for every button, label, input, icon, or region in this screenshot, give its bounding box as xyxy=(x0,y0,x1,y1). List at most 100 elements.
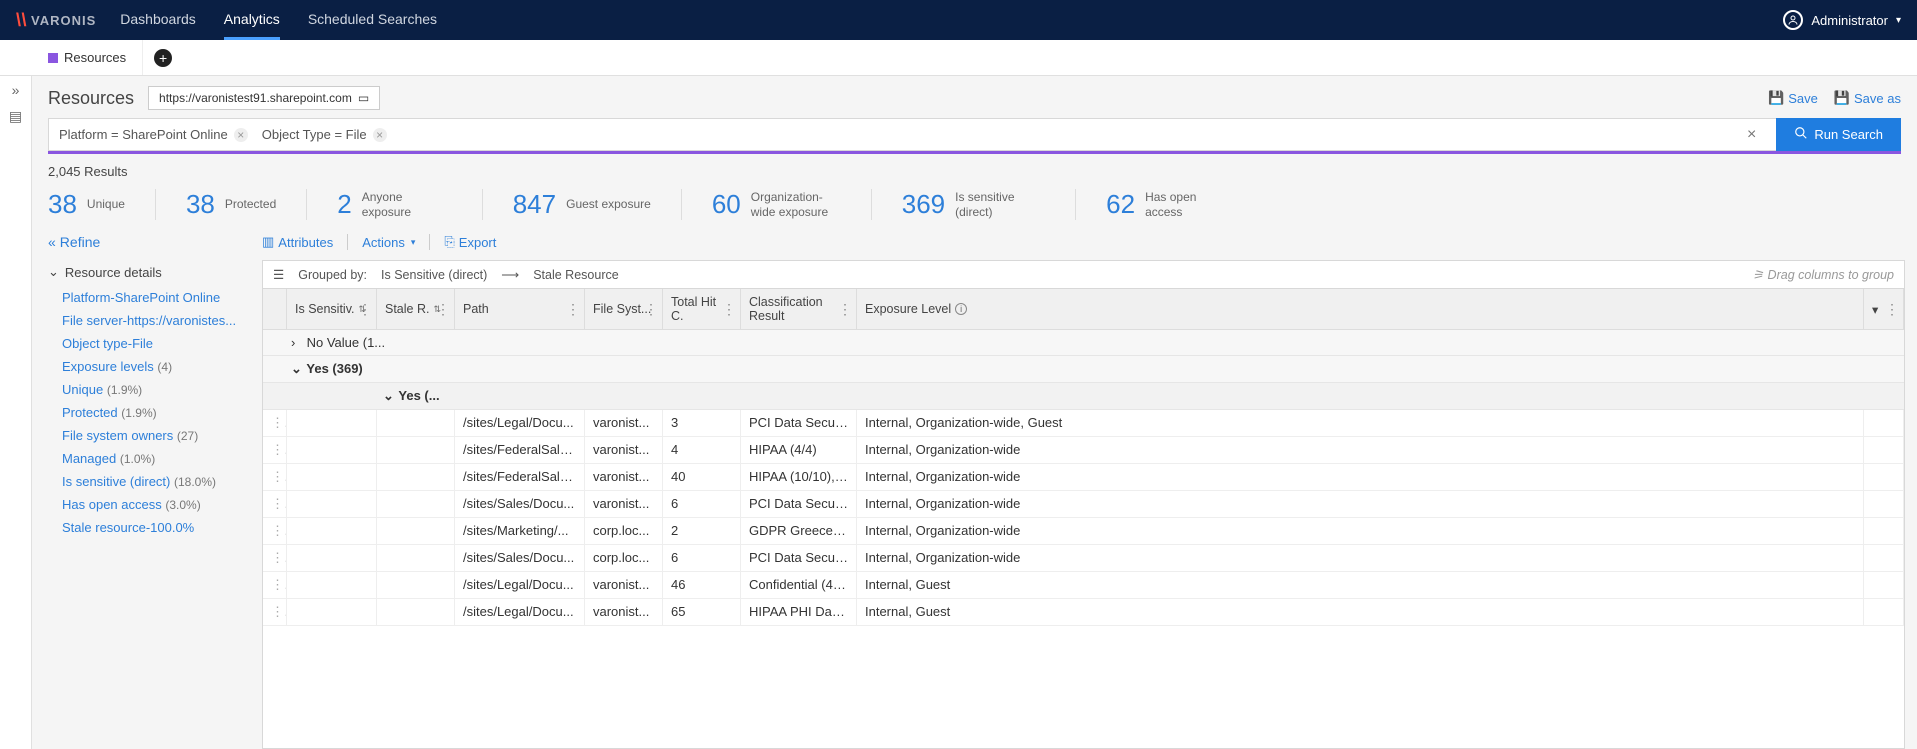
table-row[interactable]: ⋮/sites/FederalSale...varonist...40HIPAA… xyxy=(263,464,1904,491)
col-menu-icon[interactable]: ⋮ xyxy=(436,301,450,318)
summary-label: Anyone exposure xyxy=(362,190,452,219)
row-drag-handle[interactable]: ⋮ xyxy=(263,464,287,490)
link-icon: ⟶ xyxy=(501,267,519,282)
external-link-icon: ▭ xyxy=(358,91,369,105)
chevron-down-icon: ▾ xyxy=(1872,302,1878,317)
refine-item[interactable]: Managed (1.0%) xyxy=(62,447,252,470)
row-drag-handle[interactable]: ⋮ xyxy=(263,437,287,463)
attributes-button[interactable]: ▥ Attributes xyxy=(262,234,333,250)
filter-chip-platform[interactable]: Platform = SharePoint Online × xyxy=(59,127,248,142)
refine-item[interactable]: Stale resource-100.0% xyxy=(62,516,252,539)
table-row[interactable]: ⋮/sites/Legal/Docu...varonist...3PCI Dat… xyxy=(263,410,1904,437)
cell-classification: PCI Data Security St... xyxy=(741,545,857,571)
refine-item[interactable]: File system owners (27) xyxy=(62,424,252,447)
export-button[interactable]: ⎘ Export xyxy=(444,234,496,250)
group-chip-stale[interactable]: Stale Resource xyxy=(533,268,618,282)
table-row[interactable]: ⋮/sites/Sales/Docu...varonist...6PCI Dat… xyxy=(263,491,1904,518)
table-row[interactable]: ⋮/sites/Marketing/...corp.loc...2GDPR Gr… xyxy=(263,518,1904,545)
table-row[interactable]: ⋮/sites/Sales/Docu...corp.loc...6PCI Dat… xyxy=(263,545,1904,572)
toolbar-divider xyxy=(347,234,348,250)
row-drag-handle[interactable]: ⋮ xyxy=(263,410,287,436)
remove-filter-objecttype-icon[interactable]: × xyxy=(373,128,387,142)
refine-item[interactable]: Protected (1.9%) xyxy=(62,401,252,424)
group-row-yes[interactable]: ⌄ Yes (369) xyxy=(263,356,1904,383)
table-row[interactable]: ⋮/sites/Legal/Docu...varonist...46Confid… xyxy=(263,572,1904,599)
col-exposure-level[interactable]: Exposure Level i xyxy=(857,289,1864,329)
col-more[interactable]: ▾⋮ xyxy=(1864,289,1904,329)
cell-is-sensitive xyxy=(287,545,377,571)
top-nav: \\ VARONIS Dashboards Analytics Schedule… xyxy=(0,0,1917,40)
row-drag-handle[interactable]: ⋮ xyxy=(263,572,287,598)
refine-section-resource-details[interactable]: ⌄ Resource details xyxy=(48,264,252,280)
col-file-system[interactable]: File Syst...⋮ xyxy=(585,289,663,329)
group-chip-sensitive[interactable]: Is Sensitive (direct) xyxy=(381,268,487,282)
user-menu[interactable]: Administrator ▾ xyxy=(1783,10,1901,30)
col-menu-icon[interactable]: ⋮ xyxy=(358,301,372,318)
refine-toggle[interactable]: « Refine xyxy=(48,234,252,250)
group-row-no-value[interactable]: › No Value (1... xyxy=(263,330,1904,356)
col-classification-result[interactable]: Classification Result⋮ xyxy=(741,289,857,329)
cell-hit-count: 6 xyxy=(663,491,741,517)
summary-label: Guest exposure xyxy=(566,197,651,211)
col-menu-icon[interactable]: ⋮ xyxy=(1885,301,1899,318)
table-toolbar: ▥ Attributes Actions ⎘ Export xyxy=(262,230,1905,260)
summary-number: 60 xyxy=(712,189,741,220)
scope-url-chip[interactable]: https://varonistest91.sharepoint.com ▭ xyxy=(148,86,380,110)
summary-item[interactable]: 369Is sensitive (direct) xyxy=(902,189,1076,220)
remove-filter-platform-icon[interactable]: × xyxy=(234,128,248,142)
nav-scheduled-searches[interactable]: Scheduled Searches xyxy=(308,1,437,40)
refine-item[interactable]: Is sensitive (direct) (18.0%) xyxy=(62,470,252,493)
nav-dashboards[interactable]: Dashboards xyxy=(120,1,196,40)
refine-item-count: (1.9%) xyxy=(121,406,156,420)
summary-item[interactable]: 38Protected xyxy=(186,189,307,220)
col-stale-resource[interactable]: Stale R.⇅⋮ xyxy=(377,289,455,329)
add-tab-button[interactable]: + xyxy=(154,49,172,67)
cell-is-sensitive xyxy=(287,410,377,436)
col-is-sensitive[interactable]: Is Sensitiv.⇅⋮ xyxy=(287,289,377,329)
col-menu-icon[interactable]: ⋮ xyxy=(722,301,736,318)
info-icon[interactable]: i xyxy=(955,303,967,315)
clear-filters-icon[interactable]: × xyxy=(1737,126,1766,144)
save-as-button[interactable]: 💾 Save as xyxy=(1834,90,1901,106)
summary-item[interactable]: 847Guest exposure xyxy=(513,189,682,220)
actions-menu[interactable]: Actions xyxy=(362,235,415,250)
col-menu-icon[interactable]: ⋮ xyxy=(838,301,852,318)
cell-file-system: varonist... xyxy=(585,410,663,436)
summary-item[interactable]: 38Unique xyxy=(48,189,156,220)
col-menu-icon[interactable]: ⋮ xyxy=(566,301,580,318)
nav-analytics[interactable]: Analytics xyxy=(224,1,280,40)
refine-item[interactable]: Platform-SharePoint Online xyxy=(62,286,252,309)
summary-row: 38Unique 38Protected 2Anyone exposure 847Gu… xyxy=(32,183,1917,230)
row-drag-handle[interactable]: ⋮ xyxy=(263,518,287,544)
row-drag-handle[interactable]: ⋮ xyxy=(263,599,287,625)
table-row[interactable]: ⋮/sites/FederalSale...varonist...4HIPAA … xyxy=(263,437,1904,464)
cell-classification: GDPR Greece (1/1), ... xyxy=(741,518,857,544)
table-row[interactable]: ⋮/sites/Legal/Docu...varonist...65HIPAA … xyxy=(263,599,1904,626)
summary-item[interactable]: 62Has open access xyxy=(1106,189,1265,220)
refine-item[interactable]: File server-https://varonistes... xyxy=(62,309,252,332)
col-total-hit-count[interactable]: Total Hit C.⋮ xyxy=(663,289,741,329)
refine-item[interactable]: Exposure levels (4) xyxy=(62,355,252,378)
summary-item[interactable]: 2Anyone exposure xyxy=(337,189,482,220)
layout-icon[interactable]: ▤ xyxy=(9,108,22,125)
refine-item[interactable]: Unique (1.9%) xyxy=(62,378,252,401)
run-search-button[interactable]: Run Search xyxy=(1776,118,1901,151)
expand-rail-icon[interactable]: » xyxy=(12,82,20,98)
cell-file-system: varonist... xyxy=(585,437,663,463)
row-handle-header xyxy=(263,289,287,329)
group-row-yes-sub[interactable]: ⌄ Yes (... xyxy=(263,383,1904,410)
row-drag-handle[interactable]: ⋮ xyxy=(263,491,287,517)
cell-hit-count: 4 xyxy=(663,437,741,463)
cell-exposure: Internal, Organization-wide xyxy=(857,437,1864,463)
subtab-resources[interactable]: Resources xyxy=(32,40,143,75)
refine-item[interactable]: Object type-File xyxy=(62,332,252,355)
refine-item-count: (18.0%) xyxy=(174,475,216,489)
col-menu-icon[interactable]: ⋮ xyxy=(644,301,658,318)
refine-item[interactable]: Has open access (3.0%) xyxy=(62,493,252,516)
save-button[interactable]: 💾 Save xyxy=(1768,90,1818,106)
refine-item-label: File system owners xyxy=(62,428,173,443)
filter-chip-object-type[interactable]: Object Type = File × xyxy=(262,127,387,142)
col-path[interactable]: Path⋮ xyxy=(455,289,585,329)
summary-item[interactable]: 60Organization-wide exposure xyxy=(712,189,872,220)
row-drag-handle[interactable]: ⋮ xyxy=(263,545,287,571)
